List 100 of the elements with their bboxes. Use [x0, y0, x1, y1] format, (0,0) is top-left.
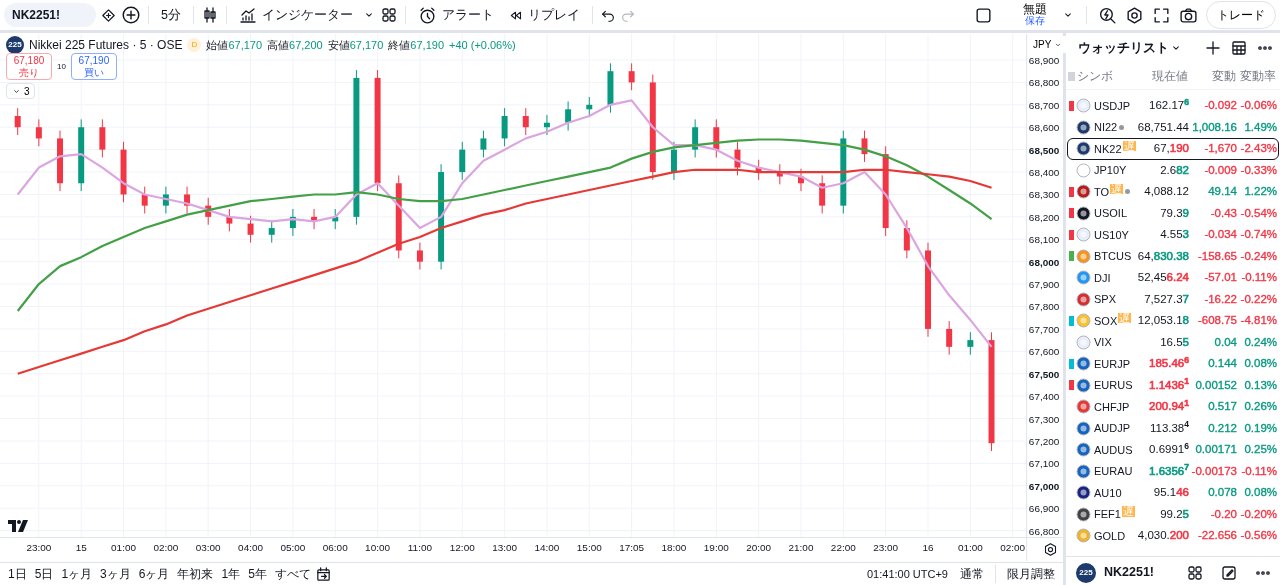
- y-tick-label: 67,000: [1028, 480, 1060, 492]
- price-cell-text: 0.6991$^{6}$: [1148, 441, 1189, 458]
- x-tick-label: 10:00: [365, 542, 391, 554]
- trade-button[interactable]: トレード: [1206, 1, 1276, 29]
- watchlist-row[interactable]: EURAU 1.6356$^{7}$ -0.00173 -0.11%: [1067, 460, 1279, 482]
- percent-cell-text: -0.74%: [1239, 227, 1278, 243]
- fullscreen-icon[interactable]: [1152, 5, 1171, 25]
- range-button[interactable]: 5年: [244, 565, 271, 583]
- indicators-button[interactable]: インジケーター: [233, 3, 358, 27]
- table-icon[interactable]: [1230, 39, 1248, 57]
- currency-dropdown[interactable]: JPY: [1030, 36, 1067, 53]
- symbol-text: NK22: [1094, 141, 1122, 157]
- range-button[interactable]: 5日: [30, 565, 58, 583]
- buy-button[interactable]: 67,190 買い: [70, 53, 117, 80]
- change-cell-text: -0.00173: [1190, 463, 1237, 479]
- range-button[interactable]: 6ヶ月: [134, 565, 174, 583]
- plus-icon[interactable]: [121, 5, 141, 25]
- percent-cell-text: -0.24%: [1239, 248, 1278, 264]
- candlestick: [734, 141, 741, 176]
- watchlist-row[interactable]: USOIL 79.39 -0.43 -0.54%: [1067, 202, 1279, 224]
- watchlist-row[interactable]: US10Y 4.553 -0.034 -0.74%: [1067, 224, 1279, 246]
- percent-cell-text: -2.43%: [1239, 141, 1278, 157]
- watchlist-row[interactable]: JP10Y 2.682 -0.009 -0.33%: [1067, 159, 1279, 181]
- replay-button[interactable]: リプレイ: [502, 4, 585, 26]
- candlestick: [141, 186, 148, 214]
- change-cell-text: 49.14: [1207, 184, 1237, 200]
- symbol-text: EURUS: [1094, 378, 1133, 393]
- plus-icon[interactable]: [1204, 39, 1222, 57]
- price-cell-text: 68,751.44: [1136, 119, 1189, 135]
- candlestick: [459, 141, 466, 181]
- symbol-search-field[interactable]: NK2251!: [4, 3, 96, 27]
- ohlc-value: 67,170: [228, 37, 263, 53]
- column-header[interactable]: 現在値: [1133, 67, 1188, 85]
- adjust-button[interactable]: 限月調整: [1003, 565, 1059, 583]
- change-cell-text: -0.092: [1203, 98, 1237, 114]
- column-header[interactable]: シンボ: [1075, 67, 1133, 85]
- x-tick-label: 11:00: [407, 542, 432, 554]
- price-cell-text: 16.55: [1159, 334, 1189, 350]
- symbol-logo-icon: [1076, 356, 1094, 372]
- sell-button[interactable]: 67,180 売り: [6, 53, 52, 80]
- watchlist-row[interactable]: AU10 95.146 0.078 0.08%: [1067, 482, 1279, 504]
- watchlist-row[interactable]: AUDJP 113.38$^{4}$ 0.212 0.19%: [1067, 417, 1279, 439]
- square-icon[interactable]: [974, 5, 993, 25]
- symbol-logo-icon: [1076, 291, 1094, 307]
- candlestick: [311, 208, 318, 230]
- range-button[interactable]: 年初来: [173, 565, 218, 583]
- watchlist-row[interactable]: NK22 遅 67,190 -1,670 -2.43%: [1067, 138, 1279, 160]
- watchlist-row[interactable]: FEF1 遅 99.25 -0.20 -0.20%: [1067, 503, 1279, 525]
- watchlist-row[interactable]: EURUS 1.1436$^{1}$ 0.00152 0.13%: [1067, 374, 1279, 396]
- watchlist-title[interactable]: ウォッチリスト: [1078, 38, 1169, 58]
- x-tick-label: 18:00: [661, 542, 687, 554]
- grid-icon[interactable]: [379, 6, 398, 24]
- watchlist-row[interactable]: NI22 68,751.44 1,008.16 1.49%: [1067, 116, 1279, 138]
- symbol-text: CHFJP: [1094, 399, 1130, 415]
- watchlist-row[interactable]: VIX 16.55 0.04 0.24%: [1067, 331, 1279, 353]
- symbol-text: NK2251!: [1104, 564, 1155, 582]
- candlestick: [57, 130, 63, 192]
- source-badge: D: [187, 38, 202, 52]
- lightning-icon[interactable]: [1098, 5, 1117, 25]
- camera-icon[interactable]: [1179, 5, 1198, 25]
- y-tick-label: 68,600: [1028, 122, 1060, 134]
- interval-button[interactable]: 5分: [156, 5, 186, 25]
- column-header[interactable]: 変動率: [1236, 67, 1278, 85]
- watchlist-row[interactable]: USDJP 162.17$^{6}$ -0.092 -0.06%: [1067, 95, 1279, 117]
- column-header[interactable]: 変動: [1188, 67, 1236, 85]
- range-button[interactable]: すべて: [270, 565, 315, 583]
- watchlist-row[interactable]: EURJP 185.46$^{6}$ 0.144 0.08%: [1067, 353, 1279, 375]
- range-button[interactable]: 1日: [4, 565, 31, 583]
- session-button[interactable]: 通常: [956, 565, 988, 583]
- x-tick-label: 17:05: [619, 542, 645, 554]
- watchlist-row[interactable]: SOX 遅 12,053.18 -608.75 -4.81%: [1067, 310, 1279, 332]
- settings-icon[interactable]: [1043, 542, 1058, 557]
- layout-name-button[interactable]: 無題 保存: [1017, 3, 1053, 27]
- watchlist-row[interactable]: TO 遅 4,088.12 49.14 1.22%: [1067, 181, 1279, 203]
- y-tick-label: 68,200: [1028, 211, 1060, 223]
- diamond-icon[interactable]: [100, 6, 117, 24]
- range-button[interactable]: 3ヶ月: [96, 565, 135, 583]
- range-button[interactable]: 1ヶ月: [57, 565, 97, 583]
- watchlist-row[interactable]: SPX 7,527.37 -16.22 -0.22%: [1067, 288, 1279, 310]
- watchlist-row[interactable]: CHFJP 200.94$^{1}$ 0.517 0.26%: [1067, 396, 1279, 418]
- quantity-label: 10: [57, 60, 66, 73]
- range-button[interactable]: 1年: [217, 565, 245, 583]
- watchlist-row[interactable]: GOLD 4,030.200 -22.656 -0.56%: [1067, 525, 1279, 547]
- x-tick-label: 19:00: [703, 542, 729, 554]
- watchlist-row[interactable]: BTCUS 64,830.38 -158.65 -0.24%: [1067, 245, 1279, 267]
- price-cell-text: 4.553: [1159, 227, 1189, 243]
- collapse-button[interactable]: 3: [6, 83, 35, 99]
- calendar-icon[interactable]: [314, 565, 332, 583]
- watchlist-row[interactable]: AUDUS 0.6991$^{6}$ 0.00171 0.25%: [1067, 439, 1279, 461]
- symbol-text: BTCUS: [1094, 249, 1132, 264]
- y-tick-label: 67,900: [1028, 279, 1060, 291]
- symbol-logo-icon: [1076, 377, 1094, 393]
- grid-icon[interactable]: [1186, 563, 1204, 582]
- edit-icon[interactable]: [1220, 563, 1238, 582]
- y-tick-label: 66,800: [1028, 525, 1060, 537]
- y-tick-label: 68,500: [1028, 144, 1060, 156]
- settings-icon[interactable]: [1125, 5, 1144, 25]
- alert-button[interactable]: アラート: [412, 2, 499, 28]
- symbol-text: AU10: [1094, 485, 1122, 501]
- watchlist-row[interactable]: DJI 52,456.24 -57.01 -0.11%: [1067, 267, 1279, 289]
